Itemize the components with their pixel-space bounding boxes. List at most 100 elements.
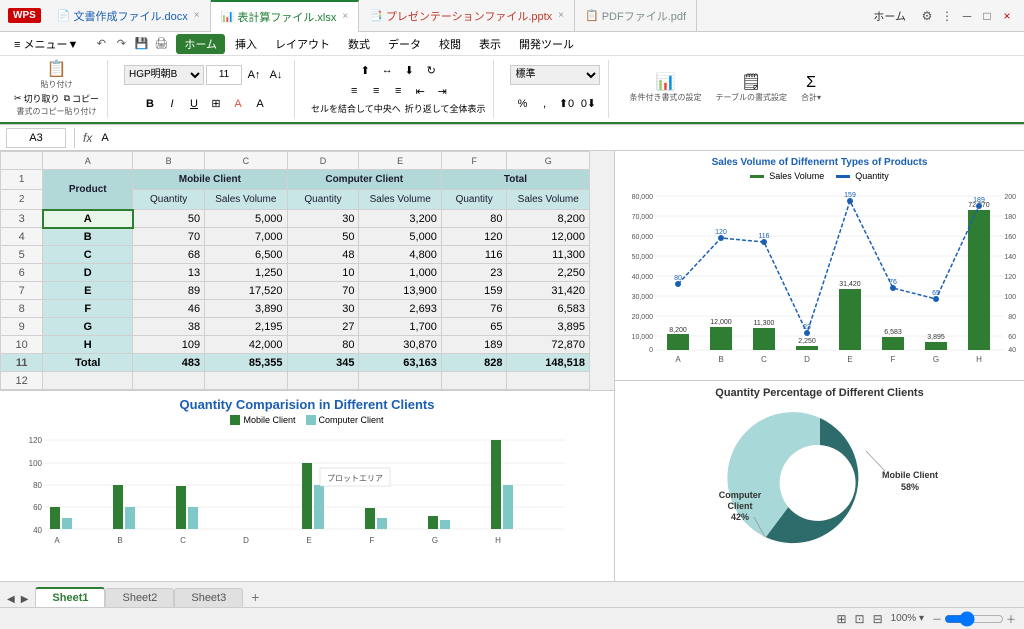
- border-button[interactable]: ⊞: [206, 94, 226, 114]
- align-bottom-button[interactable]: ⬇: [399, 60, 419, 80]
- table-cell[interactable]: 68: [133, 246, 205, 264]
- empty-cell[interactable]: 12: [1, 372, 43, 390]
- table-cell[interactable]: F: [43, 300, 133, 318]
- table-cell[interactable]: 7: [1, 282, 43, 300]
- total-cell[interactable]: 148,518: [507, 354, 590, 372]
- font-select[interactable]: HGP明朝B: [124, 65, 204, 85]
- table-cell[interactable]: 12,000: [507, 228, 590, 246]
- table-cell[interactable]: 80: [441, 210, 507, 228]
- empty-cell[interactable]: [43, 372, 133, 390]
- table-cell[interactable]: 89: [133, 282, 205, 300]
- decimal-dec-button[interactable]: 0⬇: [578, 94, 598, 114]
- align-right-button[interactable]: ≡: [388, 81, 408, 101]
- table-cell[interactable]: 70: [287, 282, 359, 300]
- table-cell[interactable]: 80: [287, 336, 359, 354]
- menu-data[interactable]: データ: [380, 34, 429, 54]
- cut-button[interactable]: ✂ 切り取り: [14, 92, 60, 105]
- decimal-inc-button[interactable]: ⬆0: [556, 94, 576, 114]
- table-cell[interactable]: 159: [441, 282, 507, 300]
- table-cell[interactable]: G: [43, 318, 133, 336]
- align-center-button[interactable]: ≡: [366, 81, 386, 101]
- tab-docx[interactable]: 📄 文書作成ファイル.docx ×: [47, 0, 211, 32]
- table-cell[interactable]: E: [43, 282, 133, 300]
- table-cell[interactable]: 6: [1, 264, 43, 282]
- table-cell[interactable]: 23: [441, 264, 507, 282]
- table-cell[interactable]: C: [43, 246, 133, 264]
- table-cell[interactable]: 38: [133, 318, 205, 336]
- table-cell[interactable]: 6,583: [507, 300, 590, 318]
- table-cell[interactable]: 10: [287, 264, 359, 282]
- number-format-select[interactable]: 標準: [510, 65, 600, 85]
- table-cell[interactable]: H: [43, 336, 133, 354]
- maximize-button[interactable]: □: [978, 7, 996, 25]
- table-cell[interactable]: 30: [287, 300, 359, 318]
- sum-button[interactable]: Σ 合計▾: [797, 73, 825, 105]
- empty-cell[interactable]: [359, 372, 441, 390]
- sheet-tab-1[interactable]: Sheet1: [35, 587, 105, 607]
- menu-formula[interactable]: 数式: [340, 34, 378, 54]
- table-cell[interactable]: 6,500: [205, 246, 287, 264]
- table-cell[interactable]: 2,250: [507, 264, 590, 282]
- empty-cell[interactable]: [133, 372, 205, 390]
- save-icon[interactable]: 💾: [132, 35, 150, 53]
- menu-home[interactable]: ホーム: [176, 34, 225, 54]
- menu-insert[interactable]: 挿入: [227, 34, 265, 54]
- total-cell[interactable]: 483: [133, 354, 205, 372]
- formula-input[interactable]: [96, 128, 1018, 148]
- table-cell[interactable]: 13,900: [359, 282, 441, 300]
- percent-button[interactable]: %: [512, 94, 532, 114]
- total-cell[interactable]: 828: [441, 354, 507, 372]
- tab-pdf[interactable]: 📋 PDFファイル.pdf: [575, 0, 697, 32]
- bold-button[interactable]: B: [140, 94, 160, 114]
- table-cell[interactable]: 48: [287, 246, 359, 264]
- total-cell[interactable]: 345: [287, 354, 359, 372]
- menu-icon[interactable]: ⋮: [938, 7, 956, 25]
- sheet-tab-2[interactable]: Sheet2: [105, 588, 174, 607]
- minimize-button[interactable]: ─: [958, 7, 976, 25]
- close-button[interactable]: ×: [998, 7, 1016, 25]
- fill-color-button[interactable]: A: [228, 94, 248, 114]
- table-cell[interactable]: 70: [133, 228, 205, 246]
- italic-button[interactable]: I: [162, 94, 182, 114]
- menu-layout[interactable]: レイアウト: [267, 34, 338, 54]
- align-left-button[interactable]: ≡: [344, 81, 364, 101]
- add-sheet-button[interactable]: +: [243, 587, 267, 607]
- comma-button[interactable]: ,: [534, 94, 554, 114]
- zoom-in-icon[interactable]: ＋: [1006, 611, 1016, 626]
- table-cell[interactable]: 3,200: [359, 210, 441, 228]
- table-cell[interactable]: 4: [1, 228, 43, 246]
- align-middle-button[interactable]: ↔: [377, 60, 397, 80]
- menu-view[interactable]: 表示: [471, 34, 509, 54]
- sheet-prev-icon[interactable]: ◀: [4, 592, 18, 607]
- table-cell[interactable]: 5,000: [359, 228, 441, 246]
- table-cell[interactable]: 9: [1, 318, 43, 336]
- redo-icon[interactable]: ↷: [112, 35, 130, 53]
- table-format-button[interactable]: 🗒 テーブルの書式設定: [711, 73, 791, 105]
- underline-button[interactable]: U: [184, 94, 204, 114]
- table-cell[interactable]: 27: [287, 318, 359, 336]
- total-cell[interactable]: Total: [43, 354, 133, 372]
- menu-review[interactable]: 校閲: [431, 34, 469, 54]
- table-cell[interactable]: D: [43, 264, 133, 282]
- font-color-button[interactable]: A: [250, 94, 270, 114]
- close-xlsx-icon[interactable]: ×: [342, 11, 348, 22]
- table-cell[interactable]: 4,800: [359, 246, 441, 264]
- font-shrink-button[interactable]: A↓: [266, 65, 286, 85]
- text-rotate-button[interactable]: ↻: [421, 60, 441, 80]
- print-icon[interactable]: 🖨: [152, 35, 170, 53]
- empty-cell[interactable]: [507, 372, 590, 390]
- table-cell[interactable]: 30: [287, 210, 359, 228]
- table-cell[interactable]: B: [43, 228, 133, 246]
- copy-format-button[interactable]: 書式のコピー貼り付け: [17, 106, 97, 117]
- table-cell[interactable]: 17,520: [205, 282, 287, 300]
- table-cell[interactable]: 116: [441, 246, 507, 264]
- settings-icon[interactable]: ⚙: [918, 7, 936, 25]
- table-cell[interactable]: 8: [1, 300, 43, 318]
- close-pptx-icon[interactable]: ×: [558, 10, 564, 21]
- table-cell[interactable]: 65: [441, 318, 507, 336]
- cell-reference-input[interactable]: [6, 128, 66, 148]
- undo-icon[interactable]: ↶: [92, 35, 110, 53]
- zoom-range[interactable]: [944, 611, 1004, 627]
- tab-xlsx[interactable]: 📊 表計算ファイル.xlsx ×: [211, 0, 360, 32]
- copy-button[interactable]: ⧉ コピー: [64, 92, 99, 105]
